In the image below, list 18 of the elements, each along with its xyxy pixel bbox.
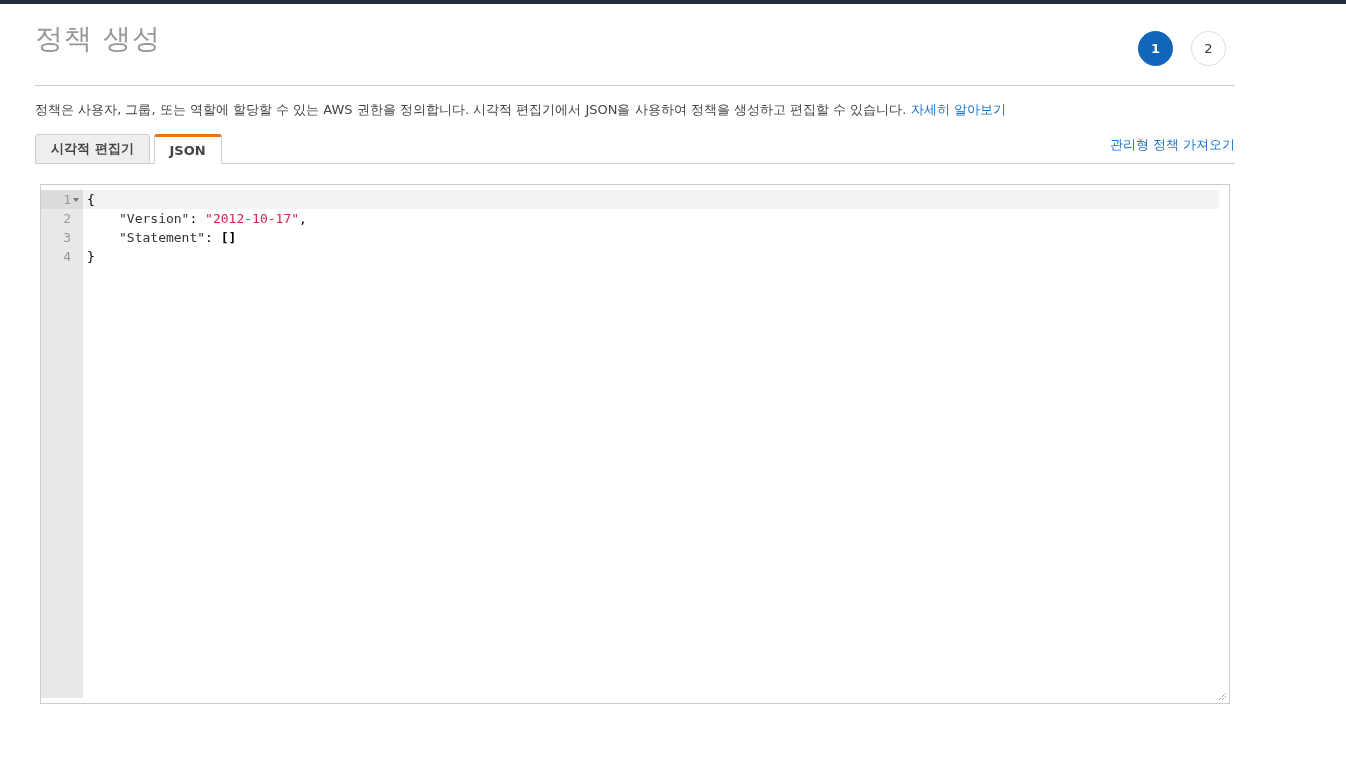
line-number: 2 [63,211,71,226]
editor-tab[interactable]: 시각적 편집기 [35,134,150,164]
description-text: 정책은 사용자, 그룹, 또는 역할에 할당할 수 있는 AWS 권한을 정의합니다. 시각적 편집기에서 JSON을 사용하여 정책을 생성하고 편집할 수 있습니다. 자세히 알아보기 [35,101,1007,119]
step-indicator[interactable]: 2 [1191,31,1226,66]
resize-grip-icon[interactable] [1218,692,1227,701]
page-title: 정책 생성 [35,21,161,57]
code-line: "Statement": [] [118,229,238,247]
json-editor[interactable]: 1 2 3 4 { "Version": "2012-10-17", "Statement": [] } [40,184,1230,704]
fold-arrow-icon[interactable] [73,197,79,202]
code-line: } [86,248,96,266]
learn-more-link[interactable]: 자세히 알아보기 [910,102,1006,117]
editor-tab[interactable]: JSON [153,134,222,164]
line-number: 4 [63,249,71,264]
code-line: "Version": "2012-10-17", [118,210,308,228]
line-number: 3 [63,230,71,245]
line-number: 1 [63,192,71,207]
step-indicator[interactable]: 1 [1138,31,1173,66]
import-policy-link[interactable]: 관리형 정책 가져오기 [1109,135,1235,154]
